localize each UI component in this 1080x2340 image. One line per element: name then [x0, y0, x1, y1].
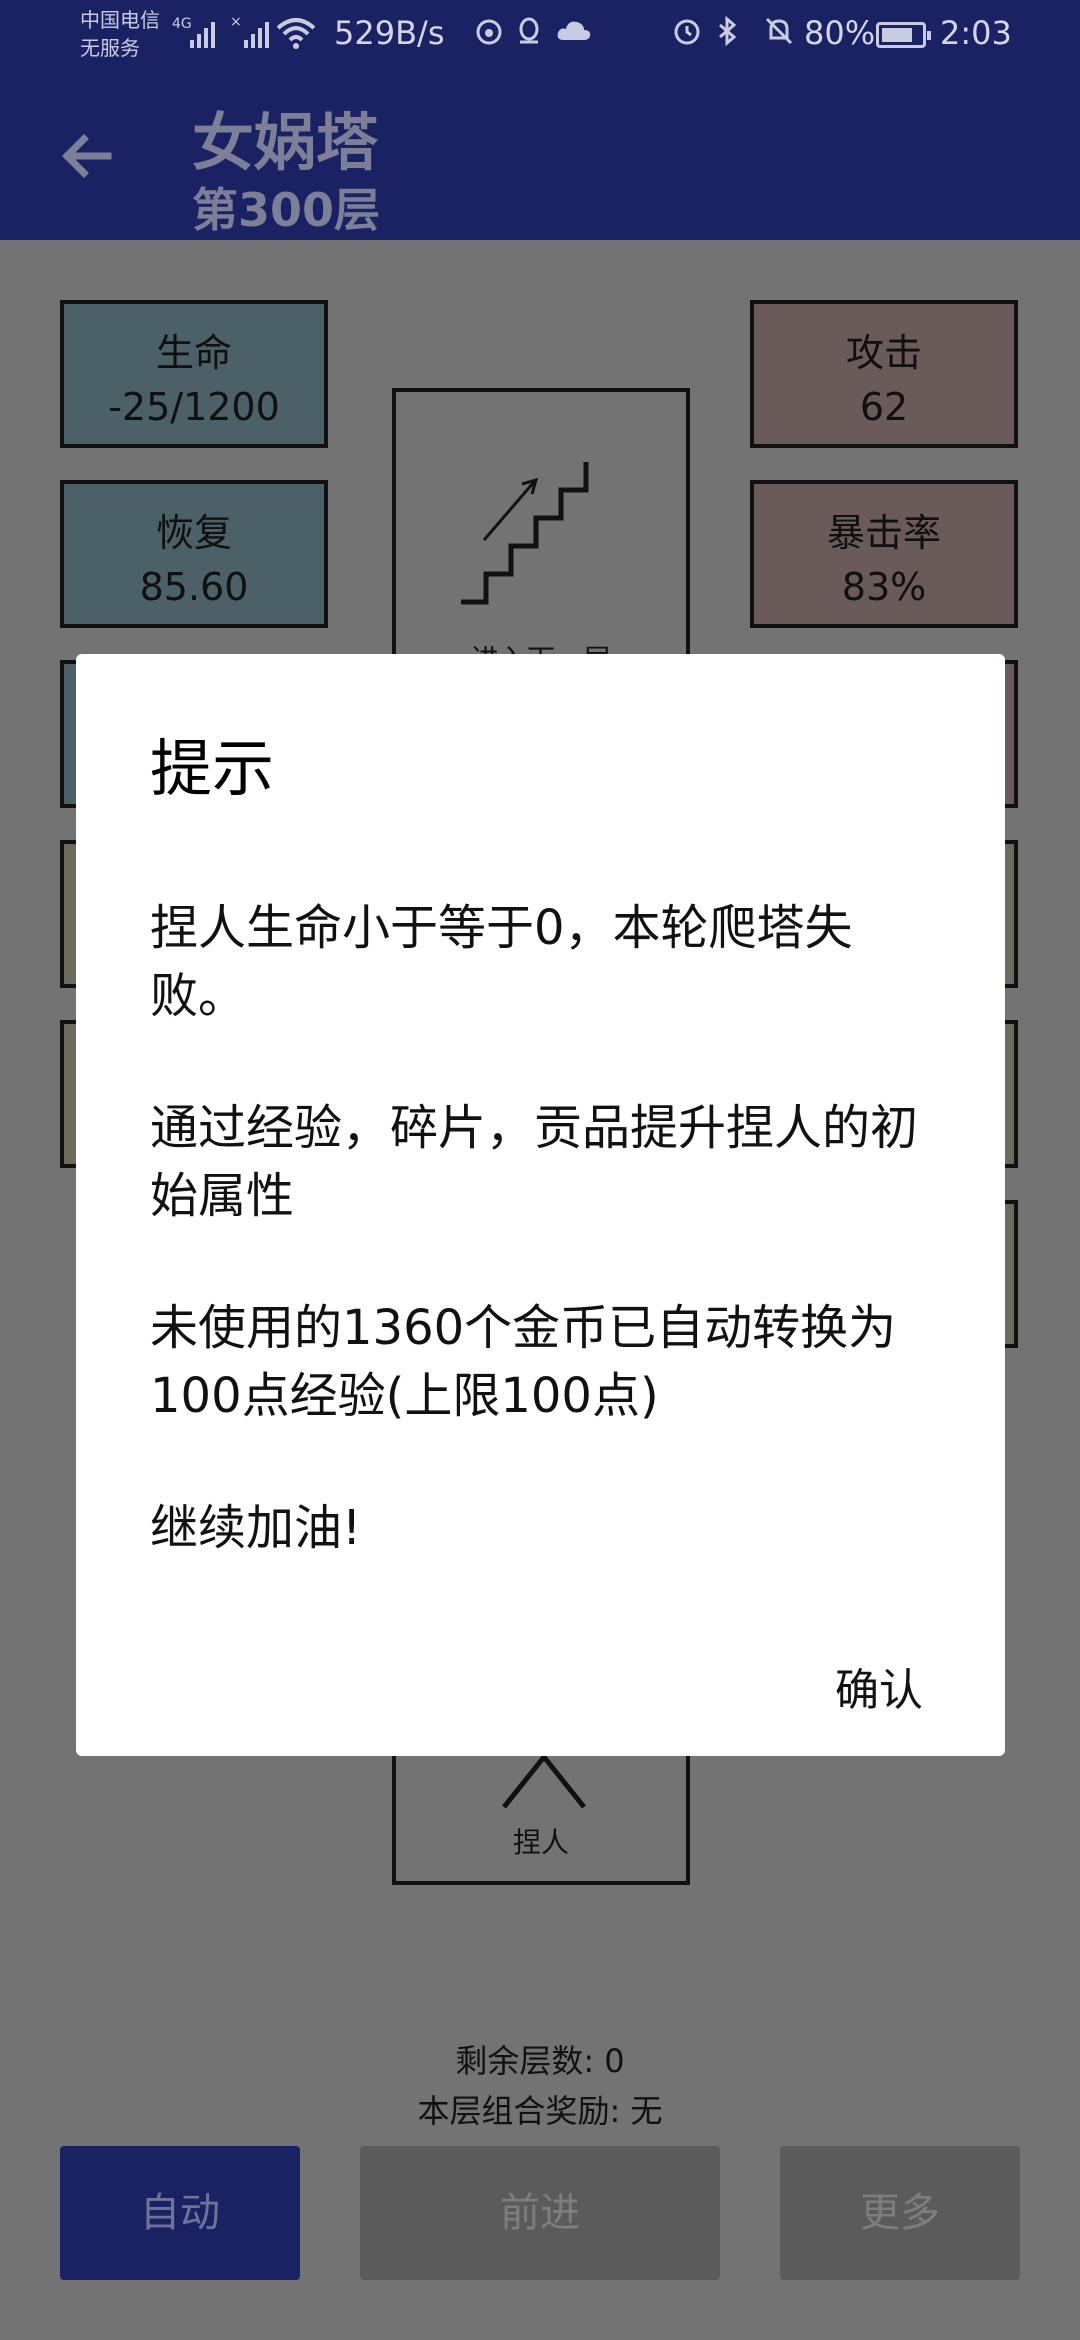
confirm-button[interactable]: 确认 — [835, 1654, 923, 1718]
dialog-title: 提示 — [150, 732, 275, 805]
regen-label: 恢复 — [155, 511, 232, 555]
life-label: 生命 — [155, 331, 232, 375]
battery-percent: 80% — [804, 14, 876, 52]
regen-value: 85.60 — [139, 565, 249, 609]
player-figure-icon — [502, 1755, 586, 1809]
signal-icon: 4G — [172, 16, 215, 48]
cloud-icon — [557, 21, 591, 40]
carrier-info: 中国电信 无服务 — [80, 6, 160, 62]
dialog-line-failure: 捏人生命小于等于0，本轮爬塔失败。 — [150, 900, 853, 1024]
status-bar: 中国电信 无服务 4G × 529B/s 80% 2:03 — [0, 0, 1080, 74]
qq-icon — [519, 17, 539, 44]
battery-icon — [876, 22, 931, 48]
attack-value: 62 — [859, 385, 909, 429]
regen-stat: 恢复 85.60 — [60, 480, 328, 628]
crit-value: 83% — [841, 565, 927, 609]
signal-2-icon: × — [230, 14, 269, 48]
svg-text:×: × — [230, 14, 242, 30]
attack-stat: 攻击 62 — [750, 300, 1018, 448]
alarm-icon — [674, 19, 700, 45]
page-title: 女娲塔 — [192, 106, 379, 179]
crit-label: 暴击率 — [826, 511, 941, 555]
stairs-icon — [461, 462, 589, 605]
network-speed: 529B/s — [334, 14, 445, 52]
battery-fill — [882, 28, 912, 42]
crit-stat: 暴击率 83% — [750, 480, 1018, 628]
player-label: 捏人 — [512, 1826, 569, 1859]
next-floor-button[interactable]: 进入下一层 — [392, 388, 690, 688]
remaining-floors: 剩余层数: 0 — [455, 2042, 625, 2080]
back-arrow-icon[interactable] — [58, 126, 118, 186]
bluetooth-icon — [719, 16, 737, 46]
floor-reward: 本层组合奖励: 无 — [417, 2092, 663, 2130]
app-bar: 女娲塔 第300层 — [0, 74, 1080, 240]
network-type: 4G — [172, 16, 192, 32]
life-stat: 生命 -25/1200 — [60, 300, 328, 448]
more-button[interactable]: 更多 — [780, 2146, 1020, 2280]
mute-bell-icon — [765, 17, 793, 45]
player-box: 捏人 — [392, 1755, 690, 1885]
service-status: 无服务 — [80, 36, 140, 60]
life-value: -25/1200 — [108, 385, 280, 429]
weibo-icon — [476, 19, 502, 45]
wifi-icon — [276, 18, 316, 49]
alert-dialog: 提示 捏人生命小于等于0，本轮爬塔失败。 通过经验，碎片，贡品提升捏人的初始属性… — [76, 654, 1005, 1756]
auto-button[interactable]: 自动 — [60, 2146, 300, 2280]
dialog-line-encourage: 继续加油! — [150, 1500, 362, 1556]
clock: 2:03 — [940, 14, 1012, 52]
forward-button[interactable]: 前进 — [360, 2146, 720, 2280]
dialog-line-tip: 通过经验，碎片，贡品提升捏人的初始属性 — [150, 1100, 919, 1224]
carrier-name: 中国电信 — [80, 8, 160, 32]
floor-subtitle: 第300层 — [192, 183, 381, 237]
attack-label: 攻击 — [845, 331, 922, 375]
dialog-line-gold: 未使用的1360个金币已自动转换为100点经验(上限100点) — [150, 1300, 897, 1424]
